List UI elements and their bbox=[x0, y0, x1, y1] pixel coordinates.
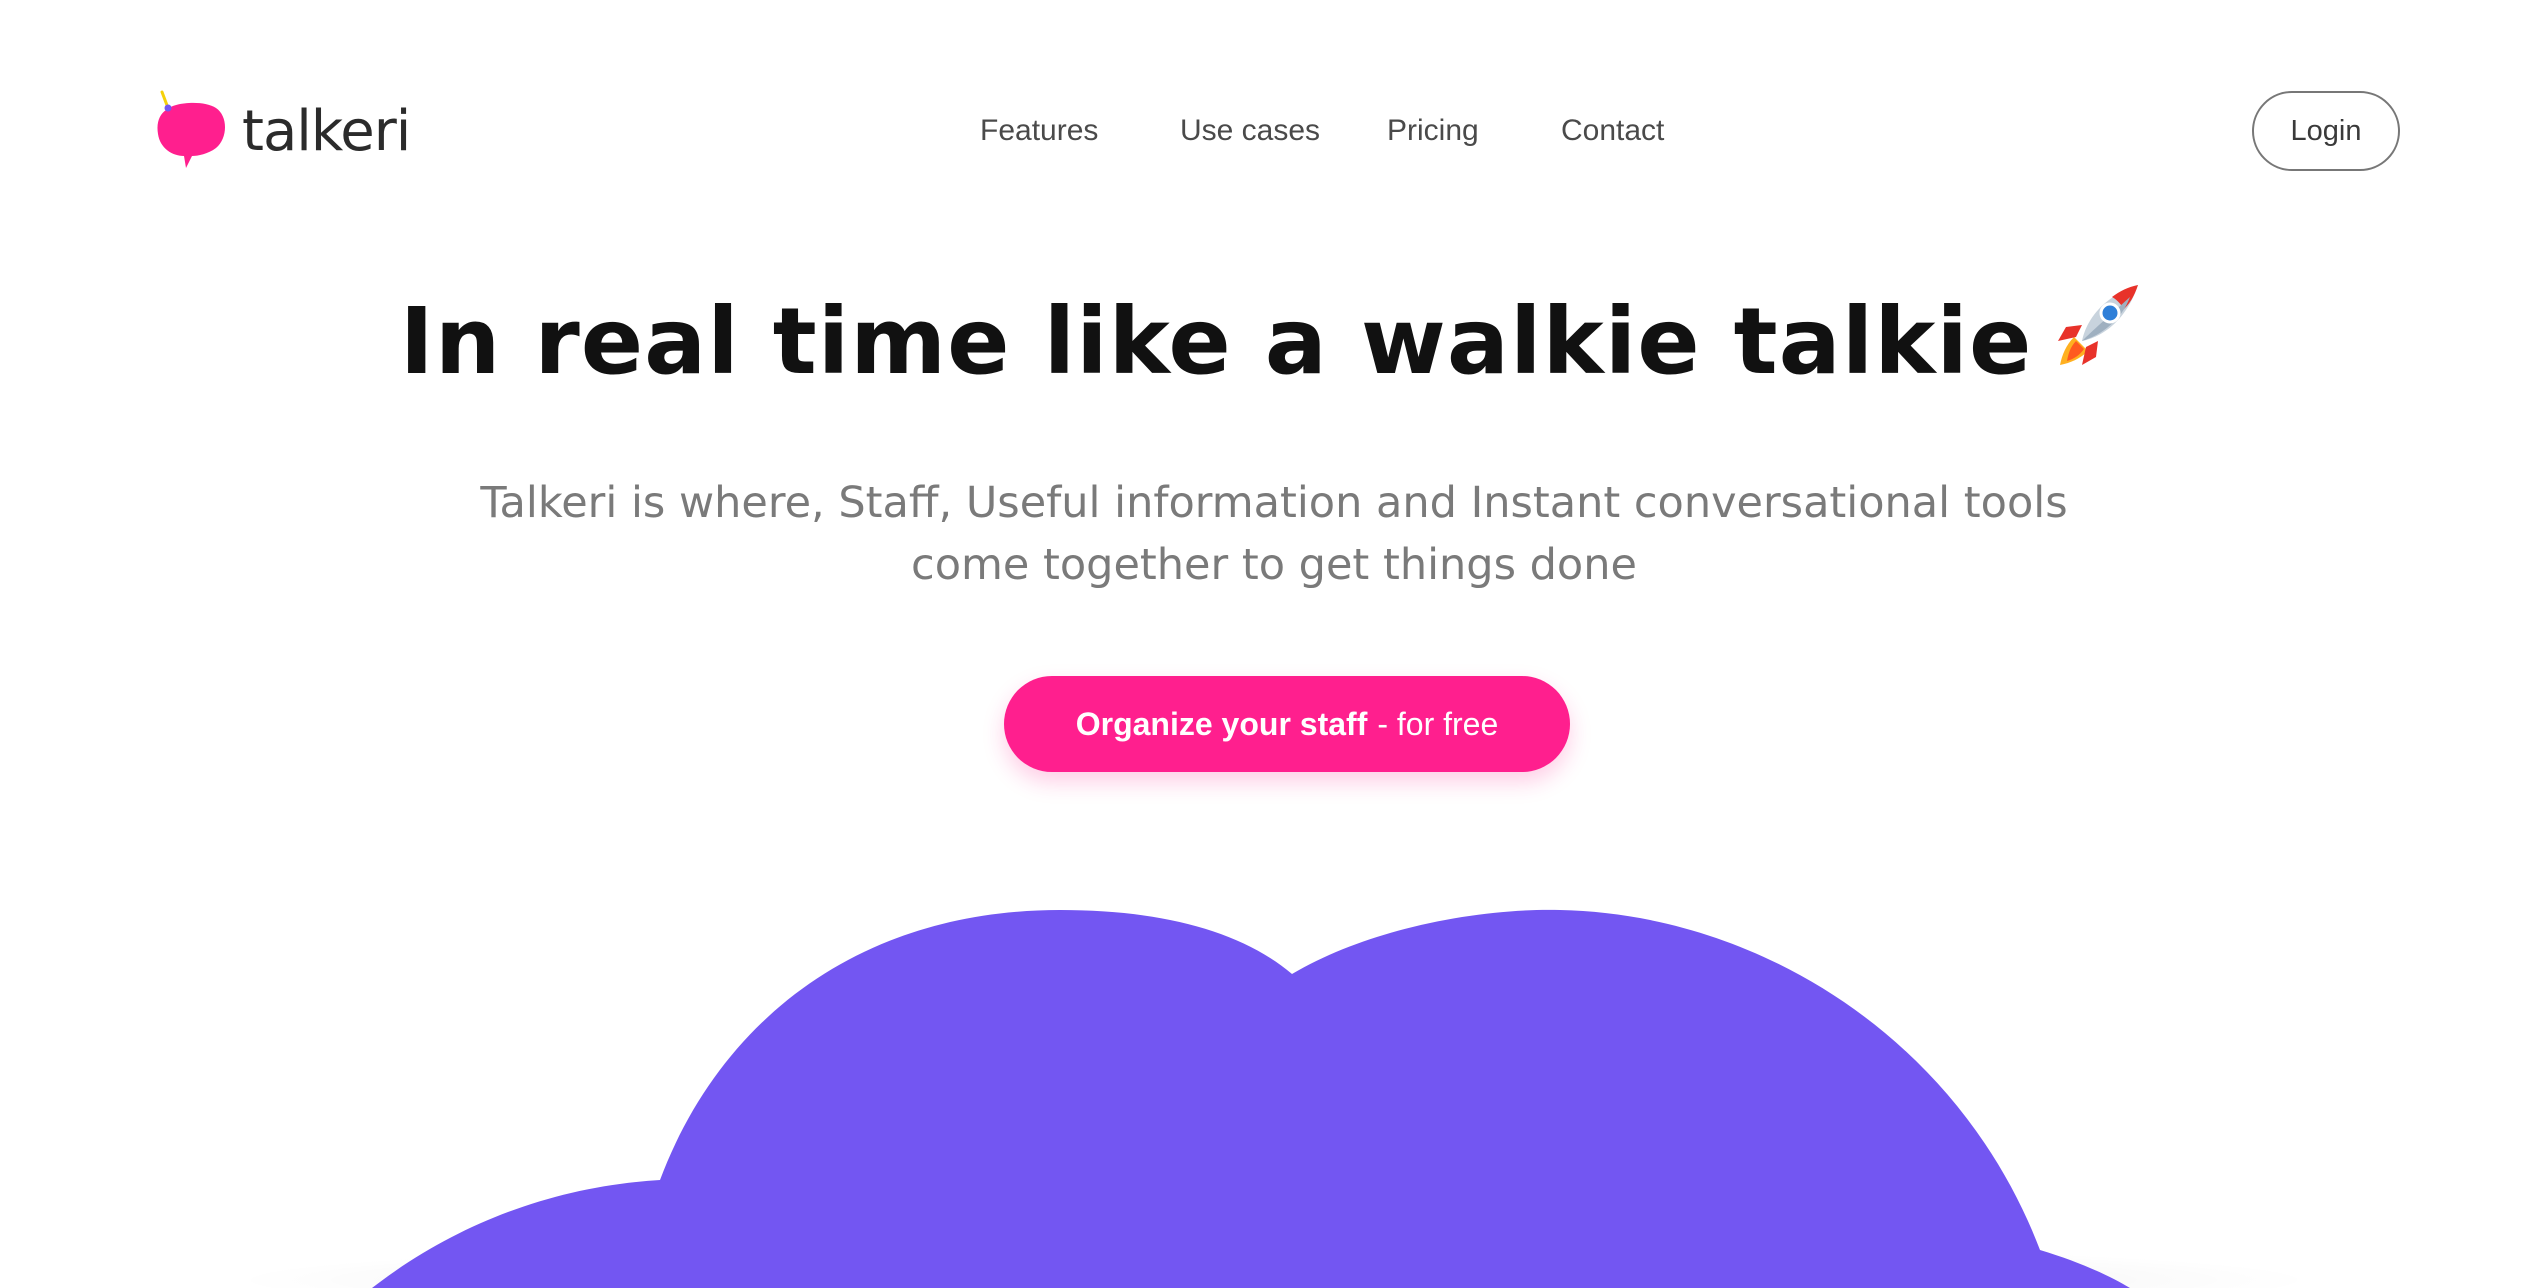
page: talkeri Features Use cases Pricing Conta… bbox=[0, 0, 2548, 1288]
cloud-illustration bbox=[372, 909, 2130, 1288]
